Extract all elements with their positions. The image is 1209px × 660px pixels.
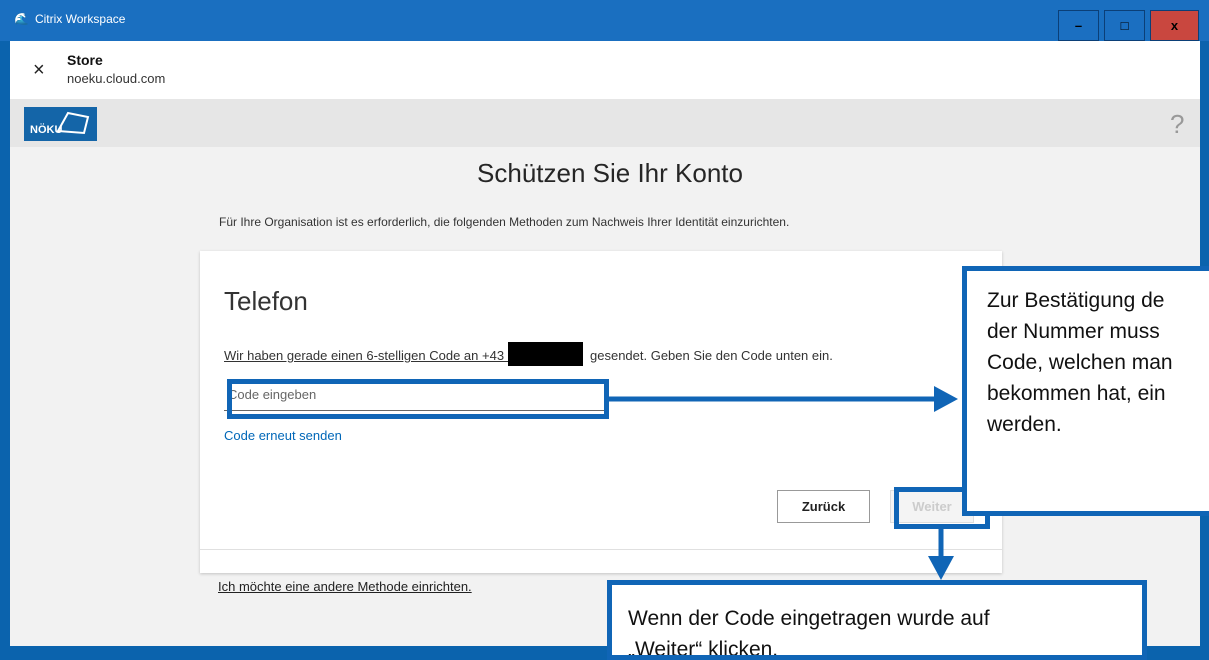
arrow-to-right-callout xyxy=(609,386,958,412)
arrow-to-bottom-callout xyxy=(928,528,954,580)
callout-right-text: Zur Bestätigung de der Nummer muss Code,… xyxy=(987,289,1173,436)
callout-right: Zur Bestätigung de der Nummer muss Code,… xyxy=(962,266,1209,516)
callout-bottom: Wenn der Code eingetragen wurde auf „Wei… xyxy=(607,580,1147,660)
callout-bottom-text: Wenn der Code eingetragen wurde auf „Wei… xyxy=(628,607,990,660)
